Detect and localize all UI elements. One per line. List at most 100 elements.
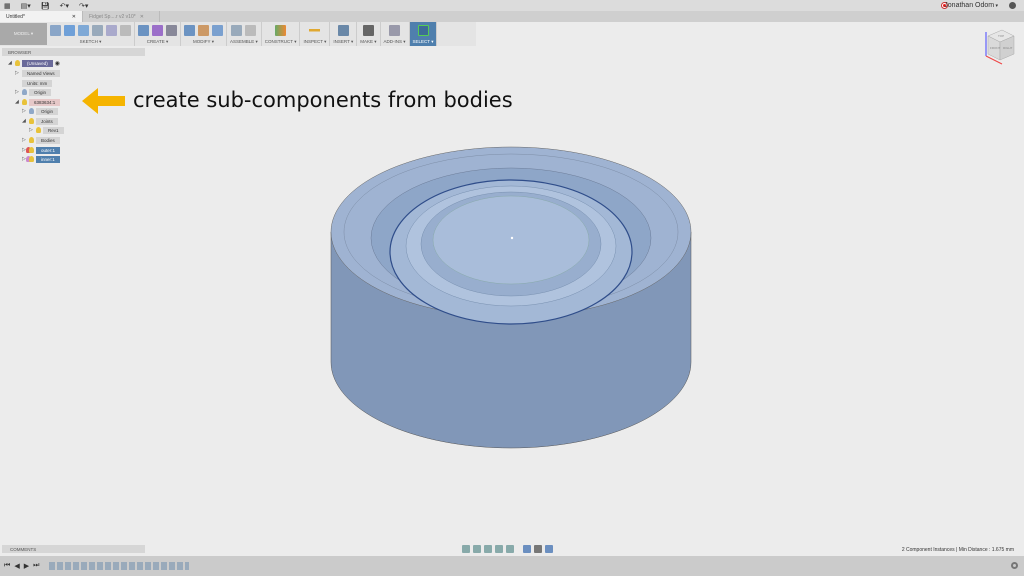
- insert-group[interactable]: INSERT ▾: [330, 22, 358, 46]
- 3d-print-icon[interactable]: [362, 25, 374, 36]
- toolbar: MODEL ▾ SKETCH ▾ CREATE ▾ MODIFY ▾ ASSEM…: [0, 22, 476, 46]
- sketch-group[interactable]: SKETCH ▾: [47, 22, 135, 46]
- item-label: outer:1: [36, 146, 61, 154]
- help-icon[interactable]: [1009, 2, 1016, 9]
- tree-item-joints[interactable]: ◢ Joints: [22, 117, 58, 125]
- tab-untitled[interactable]: Untitled* ✕: [0, 11, 83, 22]
- combine-icon[interactable]: [212, 25, 223, 36]
- mirror-body-icon[interactable]: [166, 25, 177, 36]
- fillet-icon[interactable]: [120, 25, 131, 36]
- visual-style-icon[interactable]: [534, 545, 542, 553]
- visibility-bulb-icon[interactable]: [15, 60, 20, 66]
- tree-item-bodies[interactable]: ▷ Bodies: [22, 136, 60, 144]
- fit-icon[interactable]: [506, 545, 514, 553]
- measure-icon[interactable]: [309, 25, 321, 36]
- ring-model[interactable]: [320, 140, 710, 460]
- workspace-switcher[interactable]: MODEL ▾: [0, 23, 47, 45]
- visibility-bulb-icon[interactable]: [29, 108, 34, 114]
- timeline-features[interactable]: [49, 562, 190, 570]
- look-at-icon[interactable]: [473, 545, 481, 553]
- rectangle-icon[interactable]: [78, 25, 89, 36]
- view-cube[interactable]: TOP FRONT RIGHT: [978, 26, 1018, 70]
- item-label: Origin: [36, 107, 59, 115]
- make-group[interactable]: MAKE ▾: [357, 22, 381, 46]
- split-icon[interactable]: [198, 25, 209, 36]
- line-icon[interactable]: [64, 25, 75, 36]
- zoom-icon[interactable]: [495, 545, 503, 553]
- close-icon[interactable]: ✕: [72, 14, 76, 20]
- grid-icon[interactable]: [545, 545, 553, 553]
- tree-item-units[interactable]: Units: mm: [22, 79, 53, 87]
- sketch-icon[interactable]: [50, 25, 61, 36]
- visibility-bulb-icon[interactable]: [29, 156, 34, 162]
- visibility-bulb-icon[interactable]: [29, 118, 34, 124]
- save-icon[interactable]: 💾︎: [41, 2, 50, 10]
- joint-icon[interactable]: [245, 25, 257, 36]
- visibility-bulb-icon[interactable]: [22, 99, 27, 105]
- tab-fidget-spinner[interactable]: Fidget Sp....r v2 v10* ✕: [83, 11, 160, 22]
- add-ins-label: ADD-INS ▾: [383, 39, 406, 44]
- viewcube-front[interactable]: FRONT: [990, 46, 1000, 50]
- root-label: (Unsaved): [22, 59, 53, 67]
- mirror-icon[interactable]: [92, 25, 103, 36]
- undo-icon[interactable]: ↶▾: [60, 2, 69, 10]
- select-icon[interactable]: [417, 25, 429, 36]
- tree-item-named-views[interactable]: ▷ Named Views: [15, 69, 60, 77]
- tree-item-origin[interactable]: ▷ Origin: [15, 88, 52, 96]
- tree-item-outer[interactable]: ▷ outer:1: [22, 146, 61, 154]
- viewcube-top[interactable]: TOP: [998, 34, 1004, 38]
- extrude-icon[interactable]: [138, 25, 149, 36]
- visibility-bulb-icon[interactable]: [22, 89, 27, 95]
- create-group[interactable]: CREATE ▾: [135, 22, 181, 46]
- file-menu-icon[interactable]: ▤▾: [21, 2, 31, 10]
- go-to-start-icon[interactable]: ⏮: [4, 562, 10, 570]
- assemble-group[interactable]: ASSEMBLE ▾: [227, 22, 262, 46]
- tree-root[interactable]: ◢ (Unsaved) ◉: [8, 59, 60, 67]
- select-label: SELECT ▾: [412, 39, 434, 44]
- tree-item-component-origin[interactable]: ▷ Origin: [22, 107, 59, 115]
- tree-item-rev1[interactable]: ▷ Rev1: [29, 126, 64, 134]
- select-group[interactable]: SELECT ▾: [409, 22, 438, 46]
- user-menu[interactable]: Jonathan Odom ▾: [944, 2, 998, 9]
- offset-plane-icon[interactable]: [275, 25, 287, 36]
- display-settings-icon[interactable]: [523, 545, 531, 553]
- viewcube-right[interactable]: RIGHT: [1003, 46, 1013, 50]
- pan-icon[interactable]: [484, 545, 492, 553]
- sketch-label: SKETCH ▾: [79, 39, 102, 44]
- insert-image-icon[interactable]: [337, 25, 349, 36]
- create-label: CREATE ▾: [146, 39, 169, 44]
- visibility-bulb-icon[interactable]: [29, 147, 34, 153]
- form-icon[interactable]: [152, 25, 163, 36]
- user-name: Jonathan Odom: [944, 2, 995, 9]
- modify-group[interactable]: MODIFY ▾: [181, 22, 227, 46]
- app-bar: ▦ ▤▾ 💾︎ ↶▾ ↷▾ Jonathan Odom ▾: [0, 0, 1024, 11]
- apps-grid-icon[interactable]: ▦: [4, 2, 11, 10]
- inspect-group[interactable]: INSPECT ▾: [300, 22, 331, 46]
- radio-icon[interactable]: ◉: [55, 60, 60, 67]
- tab-label: Fidget Sp....r v2 v10*: [89, 13, 136, 20]
- bore: [432, 195, 590, 285]
- press-pull-icon[interactable]: [184, 25, 195, 36]
- redo-icon[interactable]: ↷▾: [79, 2, 88, 10]
- settings-gear-icon[interactable]: [1011, 562, 1018, 569]
- item-label: Origin: [29, 88, 52, 96]
- visibility-bulb-icon[interactable]: [29, 137, 34, 143]
- arrow-left-icon: [82, 88, 125, 114]
- tree-item-component[interactable]: ◢ 6383634:1: [15, 98, 61, 106]
- go-to-end-icon[interactable]: ⏭: [33, 562, 39, 570]
- play-icon[interactable]: ▶: [24, 562, 29, 570]
- visibility-bulb-icon[interactable]: [36, 127, 41, 133]
- timeline: ⏮ ◀ ▶ ⏭: [0, 556, 1024, 576]
- close-icon[interactable]: ✕: [140, 14, 144, 20]
- add-ins-group[interactable]: ADD-INS ▾: [381, 22, 410, 46]
- construct-label: CONSTRUCT ▾: [264, 39, 297, 44]
- browser-panel-header[interactable]: BROWSER: [2, 48, 145, 56]
- tree-item-inner[interactable]: ▷ inner:1: [22, 155, 60, 163]
- step-back-icon[interactable]: ◀: [14, 562, 19, 570]
- construct-group[interactable]: CONSTRUCT ▾: [262, 22, 301, 46]
- scripts-icon[interactable]: [389, 25, 401, 36]
- comments-panel[interactable]: COMMENTS: [2, 545, 145, 553]
- new-component-icon[interactable]: [231, 25, 243, 36]
- trim-icon[interactable]: [106, 25, 117, 36]
- orbit-icon[interactable]: [462, 545, 470, 553]
